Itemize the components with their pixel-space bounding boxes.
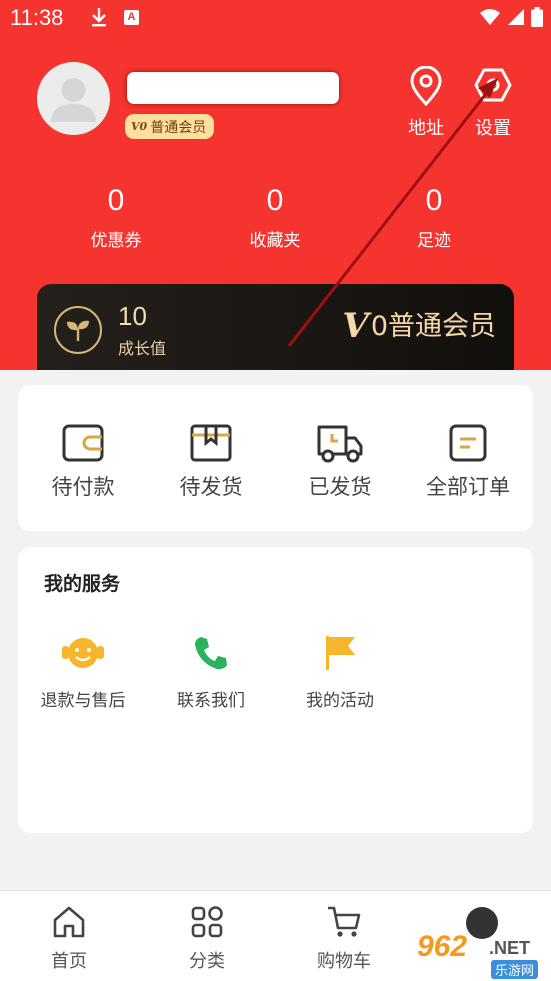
order-all[interactable]: 全部订单	[413, 423, 523, 501]
nav-category[interactable]: 分类	[162, 905, 252, 973]
home-icon	[24, 905, 114, 941]
service-refund[interactable]: 退款与售后	[23, 633, 143, 711]
services-card: 我的服务 退款与售后 联系我们 我的活动	[18, 547, 533, 833]
cart-icon	[299, 905, 389, 941]
settings-label: 设置	[475, 118, 511, 139]
footprints-label: 足迹	[417, 231, 451, 251]
nav-cart[interactable]: 购物车	[299, 905, 389, 973]
order-pending-shipment-label: 待发货	[179, 475, 243, 499]
watermark-site: 乐游网	[491, 960, 539, 979]
growth-value: 10	[118, 301, 147, 331]
service-activity-label: 我的活动	[306, 691, 374, 711]
username-redacted	[127, 72, 339, 104]
battery-icon	[531, 7, 543, 27]
coupons-label: 优惠券	[90, 231, 142, 251]
growth-card[interactable]: 10 成长值 V 0普通会员	[37, 284, 514, 370]
signal-icon	[508, 9, 524, 25]
member-badge-prefix: V0	[131, 120, 148, 133]
order-shipped[interactable]: 已发货	[285, 423, 395, 501]
member-badge: V0 普通会员	[125, 114, 215, 139]
coupons-stat[interactable]: 0 优惠券	[61, 184, 171, 251]
watermark-number: 962	[417, 930, 468, 963]
service-contact[interactable]: 联系我们	[151, 633, 271, 711]
nav-home[interactable]: 首页	[24, 905, 114, 973]
service-face-icon	[23, 633, 143, 673]
wallet-icon	[28, 423, 138, 465]
order-list-icon	[413, 423, 523, 465]
watermark-suffix: .NET	[489, 938, 531, 958]
member-level-text: 0普通会员	[370, 310, 496, 342]
favorites-stat[interactable]: 0 收藏夹	[220, 184, 330, 251]
footprints-stat[interactable]: 0 足迹	[379, 184, 489, 251]
status-indicators	[479, 7, 543, 27]
flag-icon	[280, 633, 400, 673]
favorites-count: 0	[266, 184, 284, 217]
truck-icon	[285, 423, 395, 465]
address-label: 地址	[408, 118, 444, 139]
orders-card: 待付款 待发货 已发货 全部订单	[18, 385, 533, 531]
settings-icon	[463, 66, 523, 108]
order-pending-shipment[interactable]: 待发货	[156, 423, 266, 501]
order-pending-payment-label: 待付款	[51, 475, 115, 499]
member-level-v: V	[342, 306, 369, 346]
status-time: 11:38	[10, 5, 64, 30]
nav-cart-label: 购物车	[317, 951, 371, 972]
service-contact-label: 联系我们	[177, 691, 245, 711]
nav-category-label: 分类	[189, 951, 225, 972]
order-pending-payment[interactable]: 待付款	[28, 423, 138, 501]
package-icon	[156, 423, 266, 465]
a-notification-icon: A	[124, 10, 139, 25]
phone-icon	[151, 633, 271, 673]
member-badge-label: 普通会员	[150, 119, 207, 136]
favorites-label: 收藏夹	[249, 231, 301, 251]
nav-home-label: 首页	[51, 951, 87, 972]
order-shipped-label: 已发货	[308, 475, 372, 499]
status-bar: 11:38 A	[0, 0, 551, 38]
wifi-icon	[480, 9, 500, 25]
member-level: V 0普通会员	[342, 309, 496, 343]
growth-label: 成长值	[118, 339, 167, 358]
services-title: 我的服务	[44, 573, 121, 595]
avatar[interactable]	[37, 62, 110, 135]
order-all-label: 全部订单	[426, 475, 510, 499]
settings-button[interactable]: 设置	[463, 66, 523, 140]
download-icon	[90, 6, 108, 33]
service-refund-label: 退款与售后	[40, 691, 126, 711]
location-pin-icon	[396, 66, 456, 108]
service-activity[interactable]: 我的活动	[280, 633, 400, 711]
footprints-count: 0	[425, 184, 443, 217]
sprout-icon	[54, 306, 102, 354]
watermark-logo: 962 .NET 乐游网	[411, 930, 551, 979]
address-button[interactable]: 地址	[396, 66, 456, 140]
coupons-count: 0	[107, 184, 125, 217]
category-icon	[162, 905, 252, 941]
